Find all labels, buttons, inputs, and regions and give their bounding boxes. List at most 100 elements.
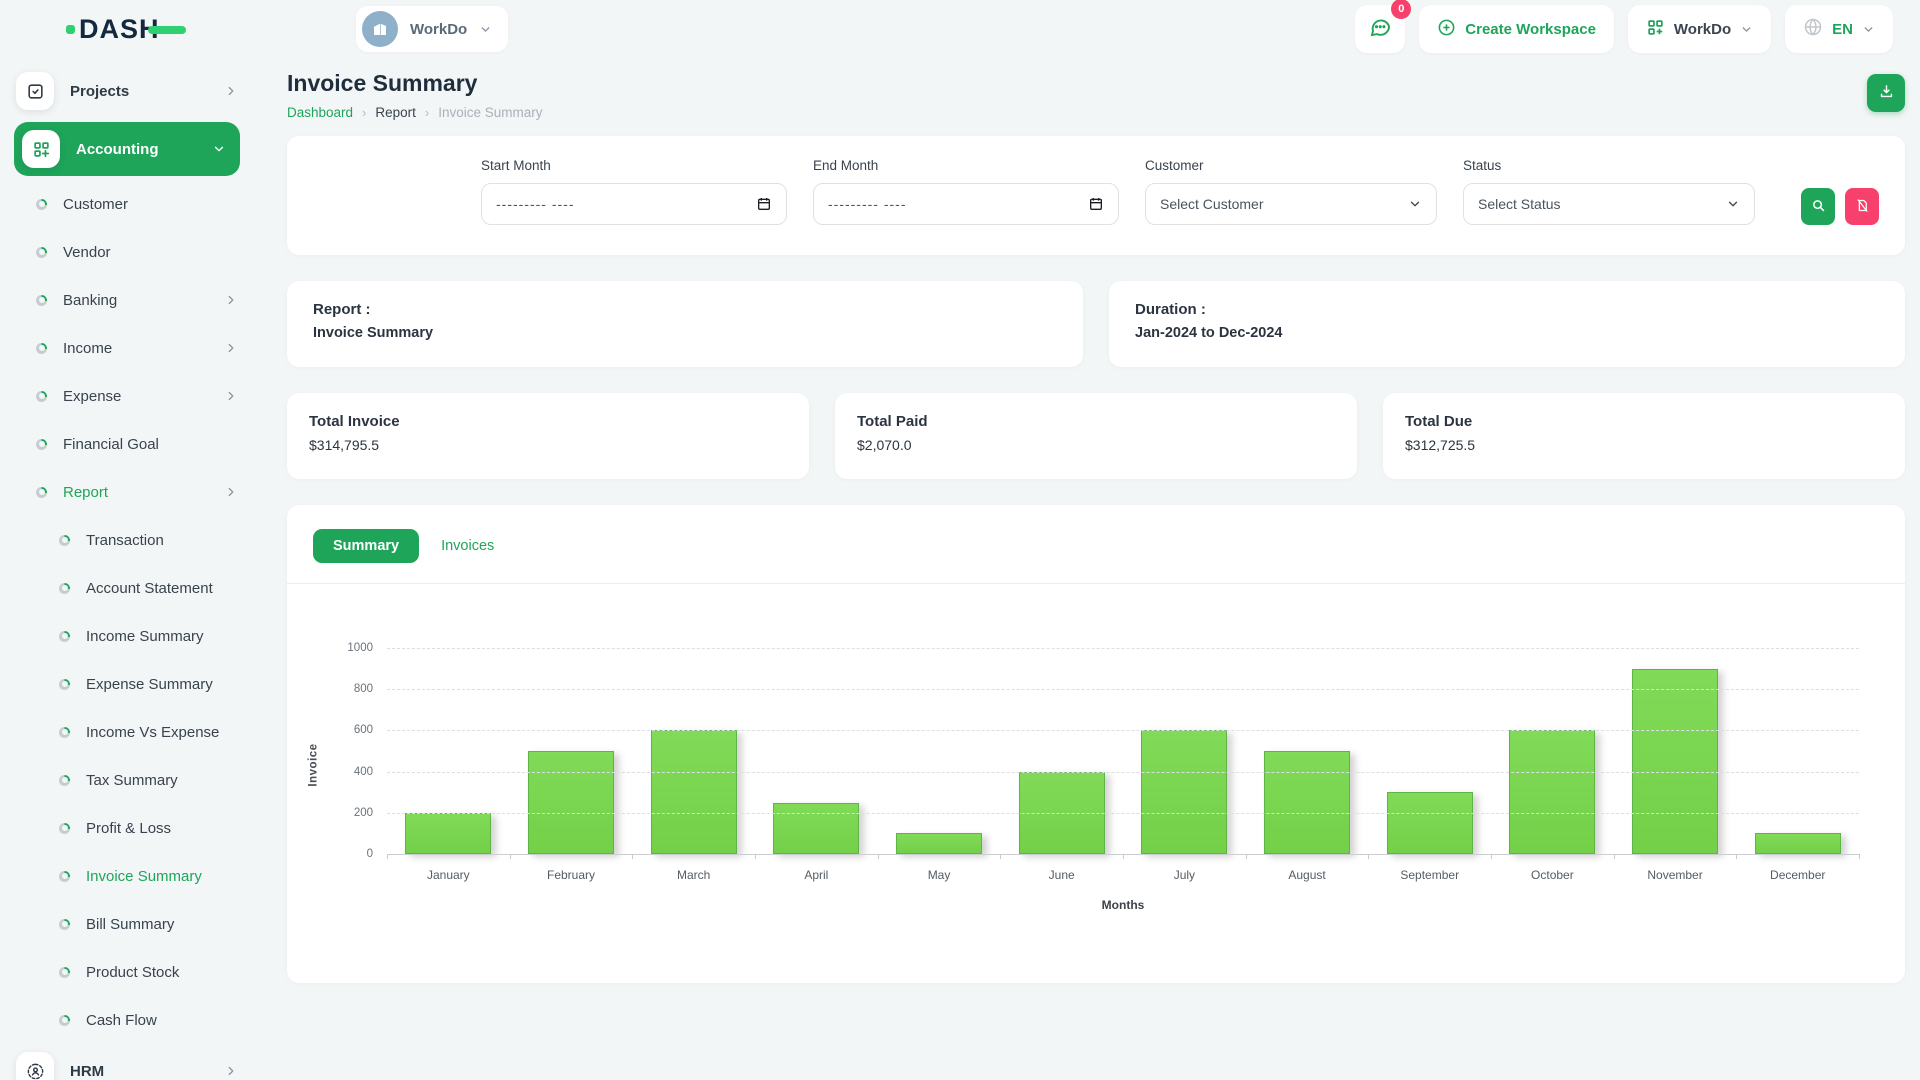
chevron-down-icon bbox=[212, 142, 226, 156]
sidebar-item-tax-summary[interactable]: Tax Summary bbox=[0, 756, 260, 804]
bullet-icon bbox=[36, 343, 47, 354]
breadcrumb-report[interactable]: Report bbox=[375, 105, 416, 120]
x-axis-labels: JanuaryFebruaryMarchAprilMayJuneJulyAugu… bbox=[387, 868, 1859, 882]
x-axis-title: Months bbox=[387, 898, 1859, 912]
sidebar-item-invoice-summary[interactable]: Invoice Summary bbox=[0, 852, 260, 900]
sidebar-item-accounting[interactable]: Accounting bbox=[14, 122, 240, 176]
bullet-icon bbox=[59, 583, 70, 594]
status-select[interactable]: Select Status bbox=[1463, 183, 1755, 225]
sidebar-item-income[interactable]: Income bbox=[0, 324, 260, 372]
messages-button[interactable]: 0 bbox=[1355, 5, 1405, 53]
chart-column-february bbox=[510, 648, 633, 854]
chart-column-may bbox=[878, 648, 1001, 854]
gridline-1000 bbox=[387, 648, 1859, 649]
chevron-down-icon bbox=[1726, 197, 1740, 211]
y-tick-label: 1000 bbox=[347, 642, 373, 654]
download-button[interactable] bbox=[1867, 74, 1905, 112]
sidebar-item-account-statement[interactable]: Account Statement bbox=[0, 564, 260, 612]
breadcrumb-dashboard[interactable]: Dashboard bbox=[287, 105, 353, 120]
sidebar-item-financial-goal[interactable]: Financial Goal bbox=[0, 420, 260, 468]
calendar-icon[interactable] bbox=[756, 196, 772, 212]
app-switcher-dropdown[interactable]: WorkDo bbox=[1628, 5, 1771, 53]
sidebar-item-cash-flow[interactable]: Cash Flow bbox=[0, 996, 260, 1044]
grid-plus-icon bbox=[22, 130, 60, 168]
duration-value: Jan-2024 to Dec-2024 bbox=[1135, 325, 1879, 341]
chevron-down-icon bbox=[479, 23, 492, 36]
chevron-right-icon bbox=[224, 293, 238, 307]
sidebar-item-banking[interactable]: Banking bbox=[0, 276, 260, 324]
bullet-icon bbox=[59, 535, 70, 546]
report-value: Invoice Summary bbox=[313, 325, 1057, 341]
sidebar-item-customer[interactable]: Customer bbox=[0, 180, 260, 228]
sidebar-item-expense[interactable]: Expense bbox=[0, 372, 260, 420]
sidebar-item-hrm[interactable]: HRM bbox=[0, 1044, 260, 1080]
status-label: Status bbox=[1463, 158, 1755, 173]
invoice-bar-chart: Invoice 02004006008001000 JanuaryFebruar… bbox=[387, 648, 1859, 912]
app-switcher-label: WorkDo bbox=[1674, 21, 1731, 38]
x-tick-label: January bbox=[387, 868, 510, 882]
sidebar: ProjectsAccountingCustomerVendorBankingI… bbox=[0, 58, 260, 1080]
workspace-name: WorkDo bbox=[410, 21, 467, 38]
search-button[interactable] bbox=[1801, 188, 1835, 225]
chart-bar-august bbox=[1264, 751, 1350, 854]
create-workspace-button[interactable]: Create Workspace bbox=[1419, 5, 1614, 53]
x-tick-label: May bbox=[878, 868, 1001, 882]
tab-summary[interactable]: Summary bbox=[313, 529, 419, 563]
duration-label: Duration : bbox=[1135, 301, 1879, 318]
chat-icon bbox=[1368, 15, 1392, 43]
bullet-icon bbox=[36, 199, 47, 210]
bullet-icon bbox=[59, 1015, 70, 1026]
start-month-label: Start Month bbox=[481, 158, 787, 173]
sidebar-item-report[interactable]: Report bbox=[0, 468, 260, 516]
chart-bar-september bbox=[1387, 792, 1473, 854]
chevron-down-icon bbox=[1740, 23, 1753, 36]
start-month-input[interactable]: --------- ---- bbox=[481, 183, 787, 225]
calendar-icon[interactable] bbox=[1088, 196, 1104, 212]
building-icon bbox=[362, 11, 398, 47]
sidebar-item-income-summary[interactable]: Income Summary bbox=[0, 612, 260, 660]
total-due-card: Total Due $312,725.5 bbox=[1383, 393, 1905, 479]
tab-invoices[interactable]: Invoices bbox=[435, 529, 500, 563]
chart-column-july bbox=[1123, 648, 1246, 854]
chart-column-march bbox=[632, 648, 755, 854]
sidebar-item-bill-summary[interactable]: Bill Summary bbox=[0, 900, 260, 948]
y-tick-label: 0 bbox=[367, 848, 373, 860]
sidebar-item-projects[interactable]: Projects bbox=[0, 64, 260, 118]
sidebar-item-transaction[interactable]: Transaction bbox=[0, 516, 260, 564]
y-tick-label: 200 bbox=[354, 807, 373, 819]
chart-bar-april bbox=[773, 803, 859, 855]
chart-bar-october bbox=[1509, 730, 1595, 854]
bullet-icon bbox=[59, 631, 70, 642]
x-tick-label: October bbox=[1491, 868, 1614, 882]
chart-column-december bbox=[1736, 648, 1859, 854]
chart-column-november bbox=[1614, 648, 1737, 854]
page-title: Invoice Summary bbox=[287, 70, 543, 97]
sidebar-item-expense-summary[interactable]: Expense Summary bbox=[0, 660, 260, 708]
gridline-800 bbox=[387, 689, 1859, 690]
end-month-input[interactable]: --------- ---- bbox=[813, 183, 1119, 225]
y-axis-title: Invoice bbox=[307, 743, 319, 786]
chart-plot-area: 02004006008001000 bbox=[387, 648, 1859, 854]
sidebar-item-vendor[interactable]: Vendor bbox=[0, 228, 260, 276]
customer-select[interactable]: Select Customer bbox=[1145, 183, 1437, 225]
reset-button[interactable] bbox=[1845, 188, 1879, 225]
x-tick-label: November bbox=[1614, 868, 1737, 882]
sidebar-item-income-vs-expense[interactable]: Income Vs Expense bbox=[0, 708, 260, 756]
sidebar-item-profit-loss[interactable]: Profit & Loss bbox=[0, 804, 260, 852]
sidebar-item-product-stock[interactable]: Product Stock bbox=[0, 948, 260, 996]
chart-bar-may bbox=[896, 833, 982, 854]
grid-plus-icon bbox=[1646, 18, 1665, 41]
bullet-icon bbox=[59, 919, 70, 930]
workspace-selector[interactable]: WorkDo bbox=[356, 6, 508, 52]
bullet-icon bbox=[36, 247, 47, 258]
start-month-field: Start Month --------- ---- bbox=[481, 158, 787, 225]
globe-icon bbox=[1803, 17, 1823, 41]
bullet-icon bbox=[59, 775, 70, 786]
person-scan-icon bbox=[16, 1052, 54, 1080]
app-logo[interactable]: DASH bbox=[66, 14, 236, 45]
bullet-icon bbox=[36, 391, 47, 402]
language-dropdown[interactable]: EN bbox=[1785, 5, 1893, 53]
x-tick-label: March bbox=[632, 868, 755, 882]
x-tick-label: December bbox=[1736, 868, 1859, 882]
chart-column-january bbox=[387, 648, 510, 854]
